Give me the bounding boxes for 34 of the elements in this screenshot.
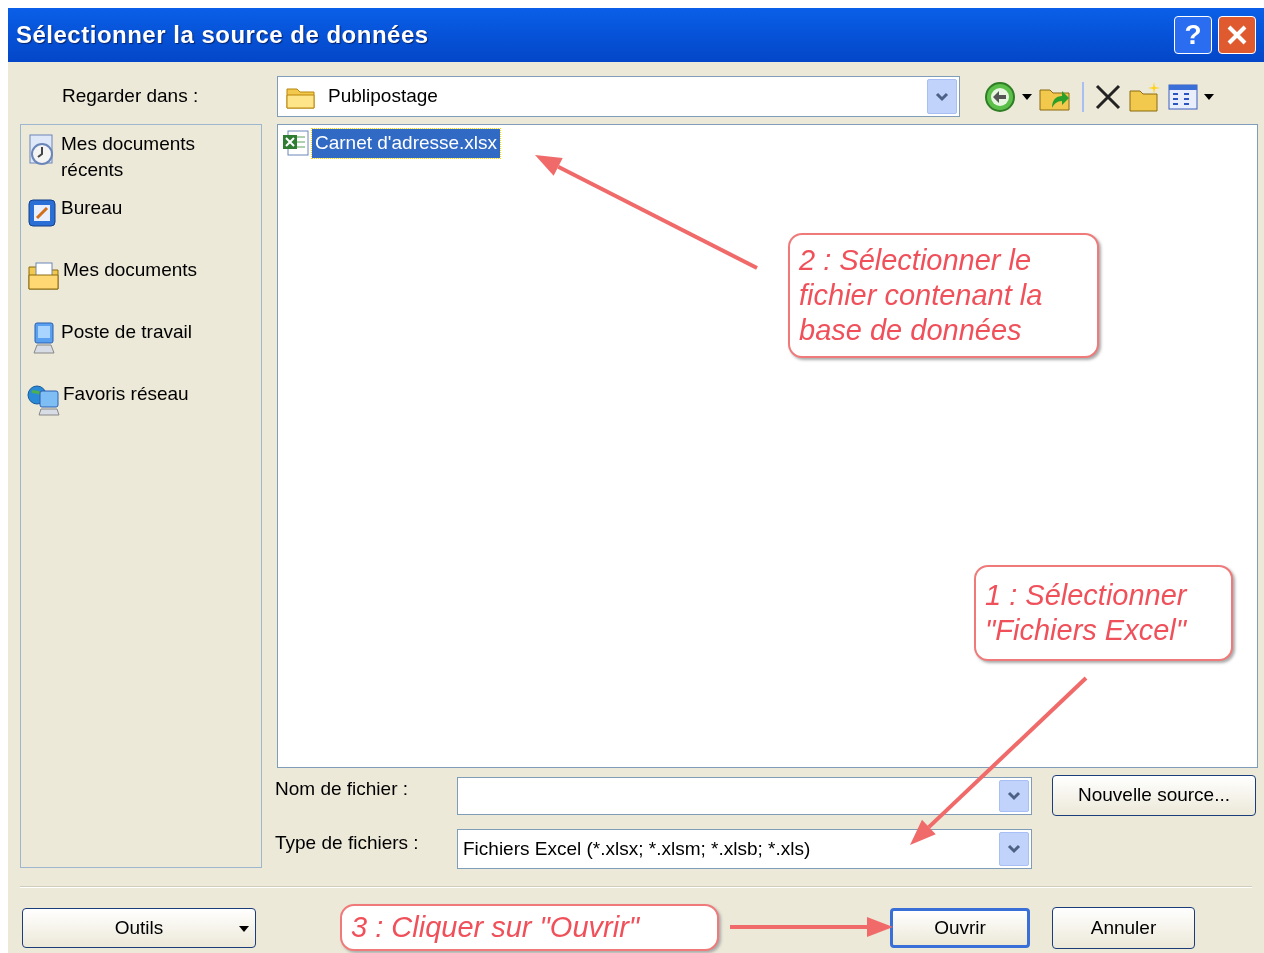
tools-button[interactable]: Outils [22, 908, 256, 948]
field-label: Nom de fichier : [275, 777, 410, 801]
look-in-dropdown[interactable]: Publipostage [277, 76, 960, 117]
field-label: Type de fichiers : [275, 831, 420, 855]
delete-icon[interactable] [1094, 82, 1122, 111]
view-grid-icon[interactable] [1168, 82, 1198, 111]
desktop-icon [27, 197, 59, 229]
help-button[interactable]: ? [1174, 16, 1212, 54]
dropdown-value: Publipostage [328, 84, 439, 109]
places-item[interactable]: Bureau [27, 195, 255, 245]
window-title: Sélectionner la source de données [16, 20, 430, 50]
close-icon [1226, 24, 1248, 46]
open-button[interactable]: Ouvrir [890, 908, 1030, 948]
network-icon [27, 383, 61, 417]
back-arrow-icon[interactable] [984, 80, 1016, 113]
file-name-field[interactable] [457, 776, 1032, 815]
caret-icon[interactable] [1204, 93, 1214, 100]
dropdown-value: Fichiers Excel (*.xlsx; *.xlsm; *.xlsb; *.xls) [463, 836, 812, 861]
places-item[interactable]: Mes documents récents [27, 131, 255, 183]
caret-icon[interactable] [1022, 93, 1032, 100]
toolbar-separator [1082, 81, 1084, 112]
callout-note: 2 : Sélectionner le fichier contenant la base de données [788, 233, 1099, 358]
field-label: Regarder dans : [61, 84, 200, 109]
places-item[interactable]: Favoris réseau [27, 381, 255, 431]
cancel-button[interactable]: Annuler [1052, 907, 1195, 949]
new-source-button[interactable]: Nouvelle source... [1052, 775, 1256, 816]
document-folder-icon [27, 259, 61, 291]
places-item[interactable]: Mes documents [27, 257, 255, 307]
callout-note: 3 : Cliquer sur "Ouvrir" [340, 904, 719, 951]
places-item[interactable]: Poste de travail [27, 319, 255, 369]
callout-note: 1 : Sélectionner "Fichiers Excel" [974, 565, 1233, 661]
file-type-dropdown[interactable]: Fichiers Excel (*.xlsx; *.xlsm; *.xlsb; *.xls) [457, 829, 1032, 869]
close-button[interactable] [1218, 16, 1256, 54]
spreadsheet-file-icon [282, 129, 310, 158]
